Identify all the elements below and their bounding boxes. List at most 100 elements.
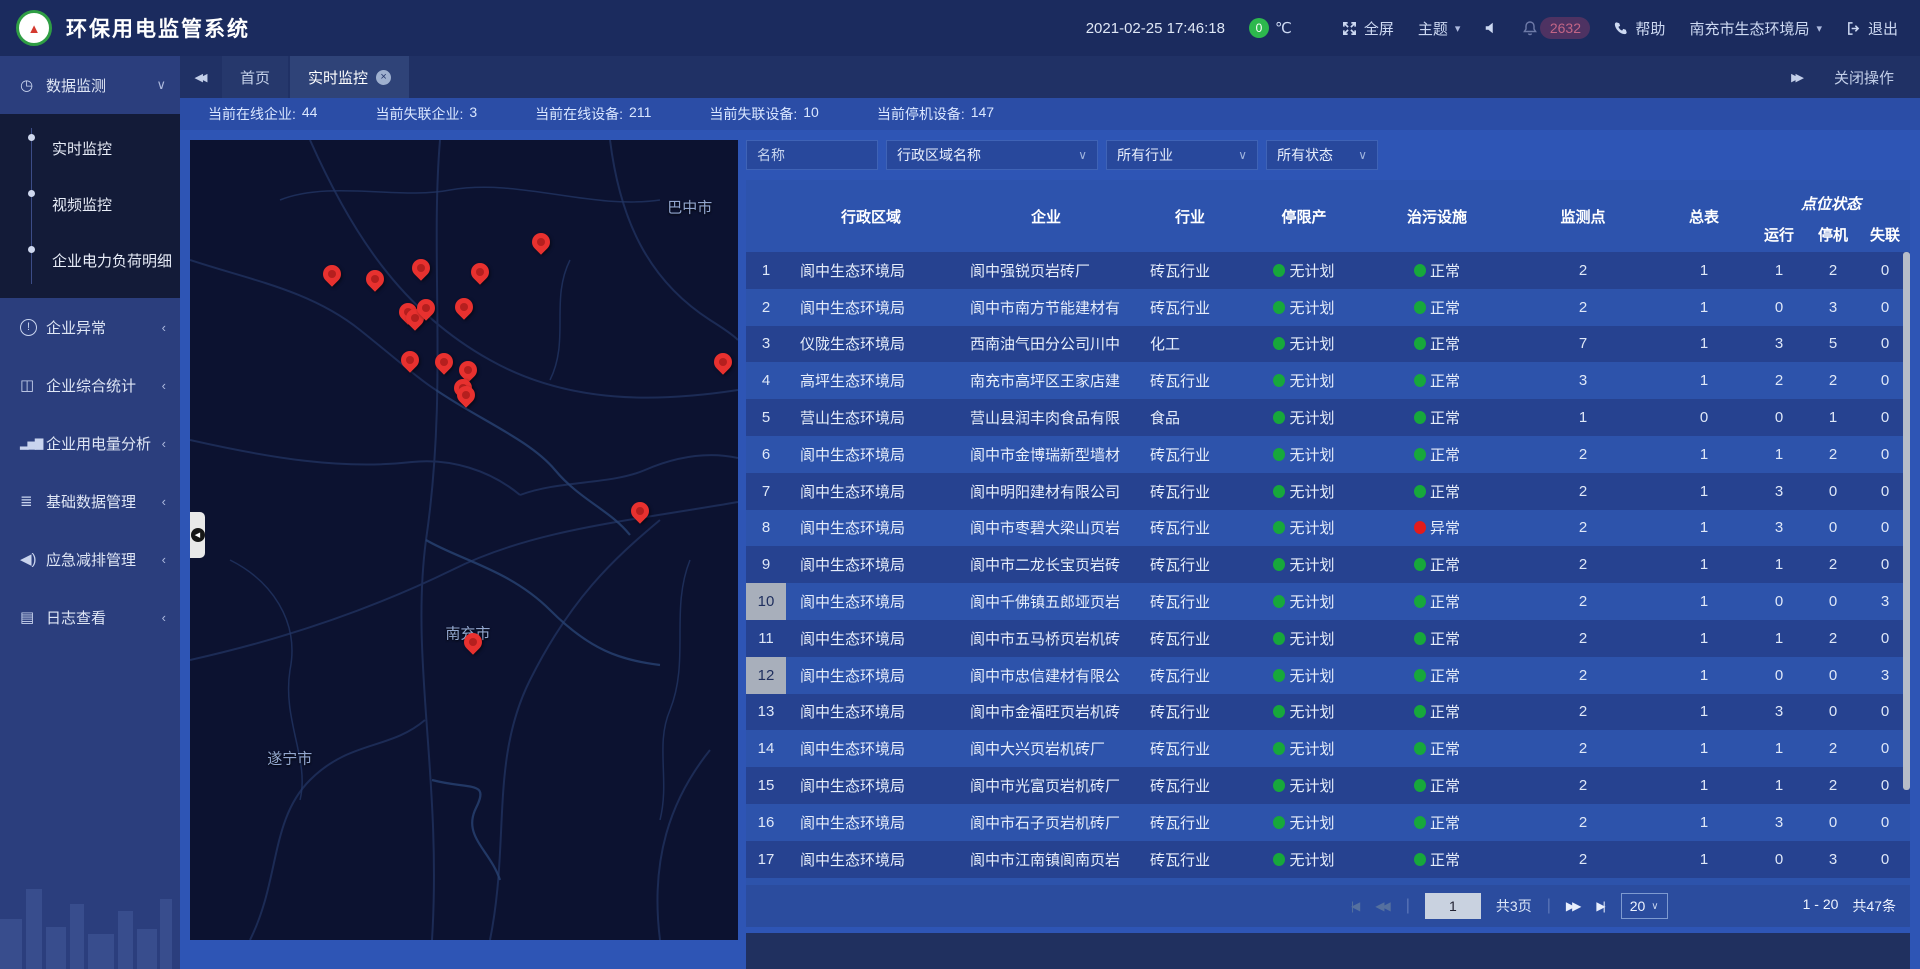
table-row[interactable]: 11阆中生态环境局阆中市五马桥页岩机砖砖瓦行业无计划正常21120 [746, 620, 1910, 657]
table-row[interactable]: 3仪陇生态环境局西南油气田分公司川中化工无计划正常71350 [746, 326, 1910, 363]
table-row[interactable]: 14阆中生态环境局阆中大兴页岩机砖厂砖瓦行业无计划正常21120 [746, 730, 1910, 767]
page-next-icon[interactable]: ▶▶ [1566, 899, 1581, 913]
page-last-icon[interactable]: ▶| [1596, 899, 1605, 913]
table-row[interactable]: 1阆中生态环境局阆中强锐页岩砖厂砖瓦行业无计划正常21120 [746, 252, 1910, 289]
tabs-scroll-left-icon[interactable]: ◀◀ [180, 56, 222, 98]
map-pin-icon[interactable] [456, 385, 476, 413]
notifications[interactable]: 2632 [1522, 17, 1590, 39]
page-size-select[interactable]: 20 ∨ [1621, 893, 1668, 919]
sidebar-subitem-1[interactable]: 实时监控 [0, 120, 180, 176]
summary-stats-bar: 当前在线企业:44当前失联企业:3当前在线设备:211当前失联设备:10当前停机… [180, 98, 1920, 130]
map-panel-collapse-button[interactable]: ◀ [190, 512, 205, 558]
map-pin-icon[interactable] [630, 501, 650, 529]
table-row[interactable]: 6阆中生态环境局阆中市金博瑞新型墙材砖瓦行业无计划正常21120 [746, 436, 1910, 473]
pin-hole [328, 270, 336, 278]
industry-cell: 砖瓦行业 [1136, 775, 1244, 796]
table-row[interactable]: 4高坪生态环境局南充市高坪区王家店建砖瓦行业无计划正常31220 [746, 362, 1910, 399]
sidebar-item-7[interactable]: ▤日志查看‹ [0, 588, 180, 646]
page-first-icon[interactable]: |◀ [1351, 899, 1360, 913]
org-dropdown[interactable]: 南充市生态环境局 ▾ [1689, 18, 1822, 39]
chevron-down-icon: ∨ [156, 77, 166, 93]
table-row[interactable]: 17阆中生态环境局阆中市江南镇阆南页岩砖瓦行业无计划正常21030 [746, 841, 1910, 878]
map-pin-icon[interactable] [463, 632, 483, 660]
temperature: 0 ℃ [1249, 18, 1292, 38]
sidebar-item-4[interactable]: ▂▅▇企业用电量分析‹ [0, 414, 180, 472]
col-stopped: 停机 [1806, 216, 1860, 252]
stopped-cell: 2 [1806, 630, 1860, 647]
map-pin-icon[interactable] [454, 297, 474, 325]
col-offline: 失联 [1860, 216, 1910, 252]
table-row[interactable]: 18南部生态环境局南部县瑞华水泥有限公建材行业无计划正常62060 [746, 878, 1910, 885]
close-operations-button[interactable]: 关闭操作 [1834, 67, 1894, 88]
industry-cell: 砖瓦行业 [1136, 628, 1244, 649]
region-cell: 阆中生态环境局 [786, 481, 956, 502]
row-index-cell: 3 [746, 326, 786, 363]
table-row[interactable]: 12阆中生态环境局阆中市忠信建材有限公砖瓦行业无计划正常21003 [746, 657, 1910, 694]
map-pin-icon[interactable] [411, 258, 431, 286]
table-scrollbar[interactable] [1903, 252, 1910, 790]
map-pin-icon[interactable] [713, 352, 733, 380]
industry-select[interactable]: 所有行业 ∨ [1106, 140, 1258, 170]
stop-plan-label: 无计划 [1289, 444, 1334, 465]
map-canvas[interactable]: ◀ 巴中市南充市遂宁市 [190, 140, 738, 940]
map-pin-icon[interactable] [531, 232, 551, 260]
theme-dropdown[interactable]: 主题 ▾ [1418, 18, 1461, 39]
sidebar-item-6[interactable]: ◀)应急减排管理‹ [0, 530, 180, 588]
monitor-points-cell: 3 [1510, 372, 1656, 389]
logout-button[interactable]: 退出 [1846, 18, 1898, 39]
facility-status-label: 正常 [1430, 665, 1460, 686]
fullscreen-button[interactable]: 全屏 [1342, 18, 1394, 39]
table-row[interactable]: 13阆中生态环境局阆中市金福旺页岩机砖砖瓦行业无计划正常21300 [746, 694, 1910, 731]
map-pin-icon[interactable] [365, 269, 385, 297]
facility-status-cell: 正常 [1364, 444, 1510, 465]
stat-value: 3 [469, 104, 477, 124]
page-number-input[interactable] [1425, 893, 1481, 919]
tab-realtime-monitor[interactable]: 实时监控 × [290, 56, 409, 98]
status-dot-icon [1414, 816, 1426, 829]
sound-button[interactable] [1484, 21, 1498, 35]
table-row[interactable]: 16阆中生态环境局阆中市石子页岩机砖厂砖瓦行业无计划正常21300 [746, 804, 1910, 841]
status-dot-icon [1414, 411, 1426, 424]
pin-hole [371, 275, 379, 283]
industry-cell: 砖瓦行业 [1136, 665, 1244, 686]
table-row[interactable]: 2阆中生态环境局阆中市南方节能建材有砖瓦行业无计划正常21030 [746, 289, 1910, 326]
stat-value: 147 [971, 104, 994, 124]
table-row[interactable]: 15阆中生态环境局阆中市光富页岩机砖厂砖瓦行业无计划正常21120 [746, 767, 1910, 804]
facility-status-label: 正常 [1430, 297, 1460, 318]
help-button[interactable]: 帮助 [1614, 18, 1665, 39]
status-select[interactable]: 所有状态 ∨ [1266, 140, 1378, 170]
table-row[interactable]: 8阆中生态环境局阆中市枣碧大梁山页岩砖瓦行业无计划异常21300 [746, 510, 1910, 547]
map-pin-icon[interactable] [322, 264, 342, 292]
map-pin-icon[interactable] [416, 298, 436, 326]
sidebar-subitem-3[interactable]: 企业电力负荷明细 [0, 232, 180, 288]
tab-home[interactable]: 首页 [222, 56, 288, 98]
region-select[interactable]: 行政区域名称 ∨ [886, 140, 1098, 170]
stop-plan-label: 无计划 [1289, 665, 1334, 686]
name-search-input[interactable] [746, 140, 878, 170]
map-pin-icon[interactable] [434, 352, 454, 380]
close-icon[interactable]: × [376, 70, 391, 85]
table-row[interactable]: 9阆中生态环境局阆中市二龙长宝页岩砖砖瓦行业无计划正常21120 [746, 546, 1910, 583]
tabs-scroll-right-icon[interactable]: ▶▶ [1791, 71, 1800, 84]
col-facility: 治污设施 [1364, 180, 1510, 252]
table-row[interactable]: 10阆中生态环境局阆中千佛镇五郎垭页岩砖瓦行业无计划正常21003 [746, 583, 1910, 620]
sidebar-item-3[interactable]: ◫企业综合统计‹ [0, 356, 180, 414]
row-index-cell: 14 [746, 730, 786, 767]
map-pin-icon[interactable] [470, 262, 490, 290]
map-pin-icon[interactable] [400, 350, 420, 378]
facility-status-label: 正常 [1430, 775, 1460, 796]
status-dot-icon [1414, 521, 1426, 534]
page-prev-icon[interactable]: ◀◀ [1375, 899, 1390, 913]
sidebar-item-2[interactable]: !企业异常‹ [0, 298, 180, 356]
table-row[interactable]: 5营山生态环境局营山县润丰肉食品有限食品无计划正常10010 [746, 399, 1910, 436]
col-total-meters: 总表 [1656, 180, 1752, 252]
sidebar-item-5[interactable]: ≣基础数据管理‹ [0, 472, 180, 530]
total-meters-cell: 1 [1656, 299, 1752, 316]
stop-plan-cell: 无计划 [1244, 701, 1364, 722]
sidebar-subitem-2[interactable]: 视频监控 [0, 176, 180, 232]
table-row[interactable]: 7阆中生态环境局阆中明阳建材有限公司砖瓦行业无计划正常21300 [746, 473, 1910, 510]
topbar-actions: 2021-02-25 17:46:18 0 ℃ 全屏 主题 ▾ 2632 [1086, 17, 1898, 39]
sidebar-submenu: 实时监控视频监控企业电力负荷明细 [0, 114, 180, 298]
sidebar-item-1[interactable]: ◷数据监测∨ [0, 56, 180, 114]
stopped-cell: 0 [1806, 703, 1860, 720]
